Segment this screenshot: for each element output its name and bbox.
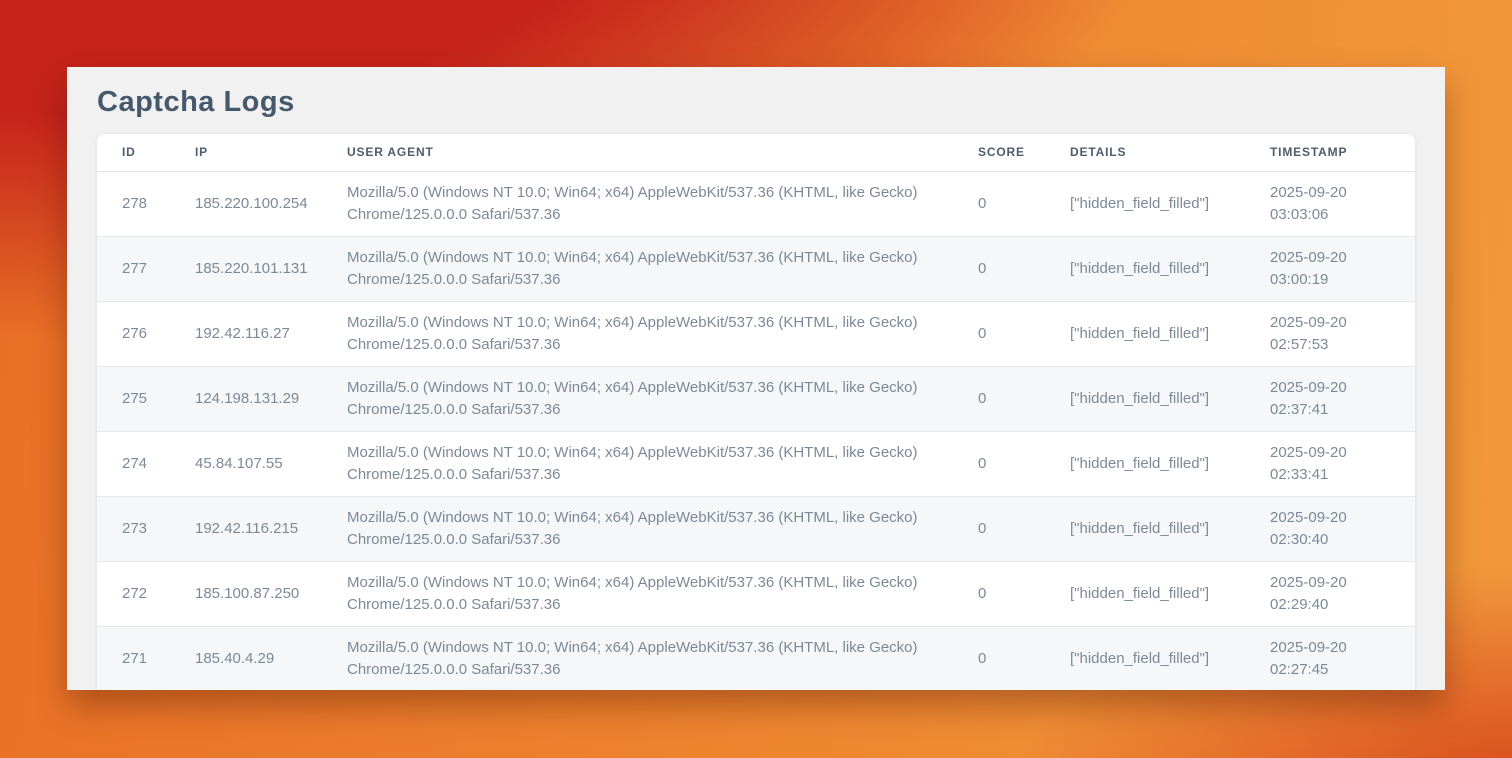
cell-ip: 185.220.101.131 bbox=[170, 236, 322, 301]
cell-ip: 124.198.131.29 bbox=[170, 366, 322, 431]
cell-timestamp: 2025-09-20 03:00:19 bbox=[1245, 236, 1415, 301]
timestamp-time: 02:57:53 bbox=[1270, 334, 1395, 356]
timestamp-date: 2025-09-20 bbox=[1270, 182, 1395, 204]
column-header-ip: IP bbox=[170, 134, 322, 171]
cell-timestamp: 2025-09-20 02:33:41 bbox=[1245, 431, 1415, 496]
cell-ip: 185.40.4.29 bbox=[170, 626, 322, 690]
cell-ip: 185.100.87.250 bbox=[170, 561, 322, 626]
table-body: 278 185.220.100.254 Mozilla/5.0 (Windows… bbox=[97, 171, 1415, 690]
cell-details: ["hidden_field_filled"] bbox=[1045, 366, 1245, 431]
cell-user-agent: Mozilla/5.0 (Windows NT 10.0; Win64; x64… bbox=[322, 431, 953, 496]
cell-details: ["hidden_field_filled"] bbox=[1045, 301, 1245, 366]
timestamp-time: 02:27:45 bbox=[1270, 659, 1395, 681]
cell-user-agent: Mozilla/5.0 (Windows NT 10.0; Win64; x64… bbox=[322, 236, 953, 301]
cell-details: ["hidden_field_filled"] bbox=[1045, 496, 1245, 561]
cell-ip: 45.84.107.55 bbox=[170, 431, 322, 496]
timestamp-date: 2025-09-20 bbox=[1270, 637, 1395, 659]
cell-user-agent: Mozilla/5.0 (Windows NT 10.0; Win64; x64… bbox=[322, 496, 953, 561]
cell-id: 271 bbox=[97, 626, 170, 690]
timestamp-date: 2025-09-20 bbox=[1270, 507, 1395, 529]
table-header: ID IP USER AGENT SCORE DETAILS TIMESTAMP bbox=[97, 134, 1415, 171]
timestamp-time: 02:30:40 bbox=[1270, 529, 1395, 551]
cell-ip: 192.42.116.215 bbox=[170, 496, 322, 561]
cell-id: 278 bbox=[97, 171, 170, 236]
cell-timestamp: 2025-09-20 02:29:40 bbox=[1245, 561, 1415, 626]
timestamp-date: 2025-09-20 bbox=[1270, 442, 1395, 464]
cell-user-agent: Mozilla/5.0 (Windows NT 10.0; Win64; x64… bbox=[322, 301, 953, 366]
table-row: 271 185.40.4.29 Mozilla/5.0 (Windows NT … bbox=[97, 626, 1415, 690]
cell-user-agent: Mozilla/5.0 (Windows NT 10.0; Win64; x64… bbox=[322, 626, 953, 690]
timestamp-time: 03:03:06 bbox=[1270, 204, 1395, 226]
cell-timestamp: 2025-09-20 02:30:40 bbox=[1245, 496, 1415, 561]
table-row: 273 192.42.116.215 Mozilla/5.0 (Windows … bbox=[97, 496, 1415, 561]
cell-score: 0 bbox=[953, 301, 1045, 366]
timestamp-time: 03:00:19 bbox=[1270, 269, 1395, 291]
table-row: 277 185.220.101.131 Mozilla/5.0 (Windows… bbox=[97, 236, 1415, 301]
column-header-timestamp: TIMESTAMP bbox=[1245, 134, 1415, 171]
cell-timestamp: 2025-09-20 02:27:45 bbox=[1245, 626, 1415, 690]
cell-id: 272 bbox=[97, 561, 170, 626]
cell-score: 0 bbox=[953, 561, 1045, 626]
column-header-user-agent: USER AGENT bbox=[322, 134, 953, 171]
cell-id: 277 bbox=[97, 236, 170, 301]
column-header-id: ID bbox=[97, 134, 170, 171]
cell-details: ["hidden_field_filled"] bbox=[1045, 431, 1245, 496]
cell-id: 275 bbox=[97, 366, 170, 431]
column-header-details: DETAILS bbox=[1045, 134, 1245, 171]
timestamp-date: 2025-09-20 bbox=[1270, 572, 1395, 594]
cell-timestamp: 2025-09-20 02:57:53 bbox=[1245, 301, 1415, 366]
timestamp-time: 02:33:41 bbox=[1270, 464, 1395, 486]
page-title: Captcha Logs bbox=[67, 67, 1445, 134]
cell-id: 274 bbox=[97, 431, 170, 496]
timestamp-date: 2025-09-20 bbox=[1270, 377, 1395, 399]
cell-details: ["hidden_field_filled"] bbox=[1045, 561, 1245, 626]
cell-score: 0 bbox=[953, 496, 1045, 561]
captcha-logs-card: Captcha Logs ID IP USER AGENT SCORE DETA… bbox=[67, 67, 1445, 690]
cell-timestamp: 2025-09-20 03:03:06 bbox=[1245, 171, 1415, 236]
logs-table-container: ID IP USER AGENT SCORE DETAILS TIMESTAMP… bbox=[97, 134, 1415, 690]
cell-timestamp: 2025-09-20 02:37:41 bbox=[1245, 366, 1415, 431]
table-row: 274 45.84.107.55 Mozilla/5.0 (Windows NT… bbox=[97, 431, 1415, 496]
table-row: 278 185.220.100.254 Mozilla/5.0 (Windows… bbox=[97, 171, 1415, 236]
cell-ip: 192.42.116.27 bbox=[170, 301, 322, 366]
table-row: 272 185.100.87.250 Mozilla/5.0 (Windows … bbox=[97, 561, 1415, 626]
table-row: 276 192.42.116.27 Mozilla/5.0 (Windows N… bbox=[97, 301, 1415, 366]
timestamp-time: 02:37:41 bbox=[1270, 399, 1395, 421]
cell-score: 0 bbox=[953, 171, 1045, 236]
cell-id: 276 bbox=[97, 301, 170, 366]
timestamp-date: 2025-09-20 bbox=[1270, 312, 1395, 334]
cell-user-agent: Mozilla/5.0 (Windows NT 10.0; Win64; x64… bbox=[322, 366, 953, 431]
cell-user-agent: Mozilla/5.0 (Windows NT 10.0; Win64; x64… bbox=[322, 171, 953, 236]
cell-details: ["hidden_field_filled"] bbox=[1045, 171, 1245, 236]
cell-id: 273 bbox=[97, 496, 170, 561]
cell-score: 0 bbox=[953, 236, 1045, 301]
logs-table: ID IP USER AGENT SCORE DETAILS TIMESTAMP… bbox=[97, 134, 1415, 690]
cell-details: ["hidden_field_filled"] bbox=[1045, 626, 1245, 690]
cell-ip: 185.220.100.254 bbox=[170, 171, 322, 236]
cell-score: 0 bbox=[953, 431, 1045, 496]
table-row: 275 124.198.131.29 Mozilla/5.0 (Windows … bbox=[97, 366, 1415, 431]
cell-score: 0 bbox=[953, 366, 1045, 431]
cell-details: ["hidden_field_filled"] bbox=[1045, 236, 1245, 301]
timestamp-date: 2025-09-20 bbox=[1270, 247, 1395, 269]
timestamp-time: 02:29:40 bbox=[1270, 594, 1395, 616]
cell-user-agent: Mozilla/5.0 (Windows NT 10.0; Win64; x64… bbox=[322, 561, 953, 626]
cell-score: 0 bbox=[953, 626, 1045, 690]
column-header-score: SCORE bbox=[953, 134, 1045, 171]
